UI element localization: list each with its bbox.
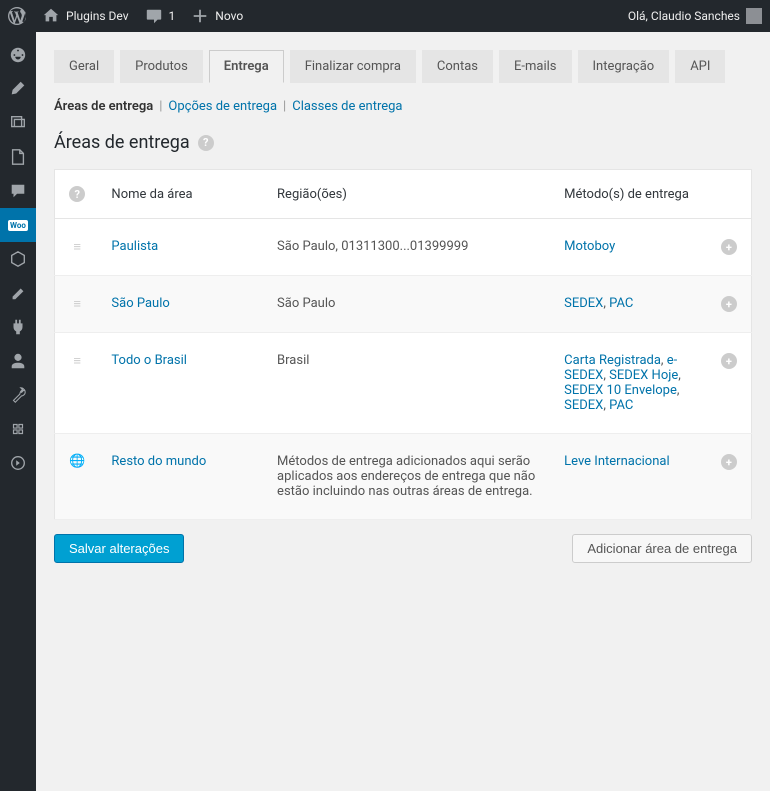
shipping-subnav: Áreas de entrega|Opções de entrega|Class…	[54, 99, 752, 114]
drag-handle-icon[interactable]: ≡	[73, 297, 81, 312]
shipping-method-link[interactable]: SEDEX Hoje	[609, 368, 678, 383]
header-region: Região(ões)	[265, 170, 552, 219]
tab-contas[interactable]: Contas	[422, 50, 493, 83]
sidebar-settings[interactable]	[0, 412, 36, 446]
zone-methods: Leve Internacional	[552, 434, 707, 520]
zone-row: ≡ Todo o Brasil BrasilCarta Registrada, e-…	[55, 333, 752, 434]
greeting: Olá, Claudio Sanches	[628, 9, 740, 23]
tab-geral[interactable]: Geral	[54, 50, 114, 83]
sidebar-pages[interactable]	[0, 140, 36, 174]
settings-tabs: GeralProdutosEntregaFinalizar compraCont…	[54, 50, 752, 83]
tab-e-mails[interactable]: E-mails	[499, 50, 572, 83]
sidebar-media[interactable]	[0, 106, 36, 140]
tab-finalizar-compra[interactable]: Finalizar compra	[290, 50, 416, 83]
shipping-zones-table: ? Nome da área Região(ões) Método(s) de …	[54, 169, 752, 520]
add-method-button[interactable]: +	[721, 296, 737, 312]
zone-methods: Motoboy	[552, 219, 707, 276]
actions-row: Salvar alterações Adicionar área de entr…	[54, 534, 752, 563]
globe-icon: 🌐	[69, 454, 85, 469]
site-name: Plugins Dev	[66, 9, 129, 23]
shipping-method-link[interactable]: Carta Registrada	[564, 353, 661, 368]
zone-name-link[interactable]: Resto do mundo	[111, 454, 206, 469]
help-icon[interactable]: ?	[69, 186, 85, 202]
drag-handle-icon[interactable]: ≡	[73, 240, 81, 255]
comment-icon	[145, 7, 163, 25]
account-link[interactable]: Olá, Claudio Sanches	[628, 8, 762, 24]
zone-name-link[interactable]: Todo o Brasil	[111, 353, 187, 368]
sidebar-tools[interactable]	[0, 378, 36, 412]
zone-methods: SEDEX, PAC	[552, 276, 707, 333]
sidebar-plugins[interactable]	[0, 310, 36, 344]
wordpress-icon	[8, 7, 26, 25]
sidebar-appearance[interactable]	[0, 276, 36, 310]
tab-produtos[interactable]: Produtos	[120, 50, 203, 83]
sidebar-woocommerce[interactable]: Woo	[0, 208, 36, 242]
new-label: Novo	[215, 9, 243, 23]
plus-icon	[191, 7, 209, 25]
shipping-method-link[interactable]: PAC	[609, 296, 633, 311]
comments-link[interactable]: 1	[145, 7, 176, 25]
zone-methods: Carta Registrada, e-SEDEX, SEDEX Hoje, S…	[552, 333, 707, 434]
content-area: GeralProdutosEntregaFinalizar compraCont…	[36, 32, 770, 791]
shipping-method-link[interactable]: SEDEX	[564, 296, 603, 311]
subnav-áreas-de-entrega[interactable]: Áreas de entrega	[54, 99, 153, 114]
wp-logo[interactable]	[8, 7, 26, 25]
zone-row: 🌐 Resto do mundo Métodos de entrega adicio…	[55, 434, 752, 520]
tab-entrega[interactable]: Entrega	[209, 50, 284, 83]
zone-name-link[interactable]: São Paulo	[111, 296, 169, 311]
shipping-method-link[interactable]: SEDEX	[564, 398, 603, 413]
shipping-method-link[interactable]: Leve Internacional	[564, 454, 669, 469]
subnav-classes-de-entrega[interactable]: Classes de entrega	[292, 99, 402, 114]
add-method-button[interactable]: +	[721, 353, 737, 369]
add-zone-button[interactable]: Adicionar área de entrega	[572, 534, 752, 563]
site-link[interactable]: Plugins Dev	[42, 7, 129, 25]
admin-bar: Plugins Dev 1 Novo Olá, Claudio Sanches	[0, 0, 770, 32]
shipping-method-link[interactable]: Motoboy	[564, 239, 615, 254]
help-icon[interactable]: ?	[198, 135, 214, 151]
zone-region: Métodos de entrega adicionados aqui serã…	[265, 434, 552, 520]
sidebar-products[interactable]	[0, 242, 36, 276]
header-drag: ?	[55, 170, 100, 219]
new-link[interactable]: Novo	[191, 7, 243, 25]
zone-region: Brasil	[265, 333, 552, 434]
add-method-button[interactable]: +	[721, 454, 737, 470]
save-button[interactable]: Salvar alterações	[54, 534, 184, 563]
header-methods: Método(s) de entrega	[552, 170, 707, 219]
add-method-button[interactable]: +	[721, 239, 737, 255]
avatar	[746, 8, 762, 24]
header-name: Nome da área	[99, 170, 265, 219]
zone-region: São Paulo	[265, 276, 552, 333]
subnav-opções-de-entrega[interactable]: Opções de entrega	[168, 99, 277, 114]
woo-badge-icon: Woo	[8, 220, 28, 231]
zone-name-link[interactable]: Paulista	[111, 239, 158, 254]
zone-region: São Paulo, 01311300...01399999	[265, 219, 552, 276]
tab-integração[interactable]: Integração	[578, 50, 670, 83]
admin-sidebar: Woo	[0, 32, 36, 791]
zone-row: ≡São PauloSão PauloSEDEX, PAC+	[55, 276, 752, 333]
sidebar-dashboard[interactable]	[0, 38, 36, 72]
shipping-method-link[interactable]: SEDEX 10 Envelope	[564, 383, 677, 398]
page-title: Áreas de entrega ?	[54, 132, 752, 153]
sidebar-users[interactable]	[0, 344, 36, 378]
drag-handle-icon[interactable]: ≡	[73, 354, 81, 369]
sidebar-comments[interactable]	[0, 174, 36, 208]
comments-count: 1	[169, 9, 176, 23]
tab-api[interactable]: API	[675, 50, 725, 83]
shipping-method-link[interactable]: PAC	[609, 398, 633, 413]
home-icon	[42, 7, 60, 25]
zone-row: ≡ Paulista São Paulo, 01311300...01399999 M…	[55, 219, 752, 276]
sidebar-posts[interactable]	[0, 72, 36, 106]
sidebar-collapse[interactable]	[0, 446, 36, 480]
